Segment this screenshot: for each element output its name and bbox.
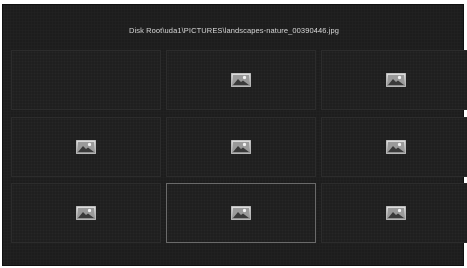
image-icon <box>76 140 96 154</box>
thumbnail-tile[interactable] <box>321 50 467 110</box>
image-icon <box>386 73 406 87</box>
thumbnail-tile[interactable] <box>166 183 316 243</box>
thumbnail-tile[interactable] <box>321 117 467 177</box>
thumbnail-tile[interactable] <box>166 50 316 110</box>
file-path-label: Disk Root\uda1\PICTURES\landscapes-natur… <box>128 26 340 35</box>
thumbnail-tile[interactable] <box>11 117 161 177</box>
thumbnail-tile[interactable] <box>321 183 467 243</box>
tv-frame: Disk Root\uda1\PICTURES\landscapes-natur… <box>0 0 467 268</box>
image-icon <box>386 206 406 220</box>
image-icon <box>386 140 406 154</box>
image-icon <box>231 140 251 154</box>
thumbnail-grid <box>11 50 467 245</box>
thumbnail-tile[interactable] <box>11 50 161 110</box>
image-icon <box>231 206 251 220</box>
image-icon <box>231 73 251 87</box>
image-icon <box>76 206 96 220</box>
thumbnail-tile[interactable] <box>166 117 316 177</box>
thumbnail-tile[interactable] <box>11 183 161 243</box>
photo-browser-screen: Disk Root\uda1\PICTURES\landscapes-natur… <box>2 4 467 266</box>
